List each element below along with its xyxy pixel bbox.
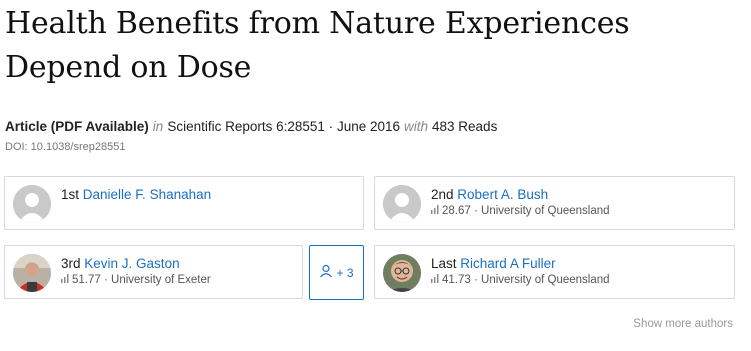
- user-icon: [319, 264, 333, 281]
- author-card-first[interactable]: 1st Danielle F. Shanahan: [4, 176, 364, 230]
- author-affiliation[interactable]: University of Queensland: [481, 205, 609, 217]
- author-name-line: Last Richard A Fuller: [431, 256, 556, 271]
- author-score: 28.67: [442, 205, 471, 218]
- author-name-link[interactable]: Danielle F. Shanahan: [83, 187, 211, 202]
- author-affiliation[interactable]: University of Exeter: [111, 274, 211, 286]
- publication-date: June 2016: [336, 119, 400, 134]
- more-authors-count: + 3: [336, 265, 354, 280]
- journal-link[interactable]: Scientific Reports 6:28551: [167, 119, 325, 134]
- meta-separator: ·: [328, 119, 334, 134]
- article-type: Article (PDF Available): [5, 119, 149, 134]
- author-name-link[interactable]: Robert A. Bush: [457, 187, 548, 202]
- score-bars-icon: [61, 274, 69, 286]
- author-score: 51.77: [72, 274, 101, 287]
- score-bars-icon: [431, 205, 439, 217]
- score-separator: ·: [473, 205, 478, 218]
- author-position: 3rd: [61, 256, 81, 271]
- author-card-second[interactable]: 2nd Robert A. Bush 28.67 · University of…: [374, 176, 735, 230]
- score-bars-icon: [431, 274, 439, 286]
- show-more-authors-link[interactable]: Show more authors: [633, 318, 733, 330]
- photo-avatar[interactable]: [13, 254, 51, 292]
- author-score-line: 28.67 · University of Queensland: [431, 205, 610, 217]
- placeholder-avatar[interactable]: [383, 185, 421, 223]
- in-word: in: [152, 119, 164, 134]
- author-position: 2nd: [431, 187, 454, 202]
- author-name-link[interactable]: Kevin J. Gaston: [84, 256, 179, 271]
- more-authors-button[interactable]: + 3: [309, 245, 364, 300]
- author-score: 41.73: [442, 274, 471, 287]
- author-position: Last: [431, 256, 457, 271]
- author-name-link[interactable]: Richard A Fuller: [460, 256, 555, 271]
- author-position: 1st: [61, 187, 80, 202]
- doi: DOI: 10.1038/srep28551: [5, 141, 126, 153]
- score-separator: ·: [103, 274, 108, 287]
- author-card-third[interactable]: 3rd Kevin J. Gaston 51.77 · University o…: [4, 245, 303, 299]
- author-score-line: 41.73 · University of Queensland: [431, 274, 610, 286]
- article-title: Health Benefits from Nature Experiences …: [5, 6, 630, 85]
- reads-count: 483 Reads: [432, 119, 498, 134]
- author-name-line: 2nd Robert A. Bush: [431, 187, 548, 202]
- author-card-last[interactable]: Last Richard A Fuller 41.73 · University…: [374, 245, 735, 299]
- author-affiliation[interactable]: University of Queensland: [481, 274, 609, 286]
- author-score-line: 51.77 · University of Exeter: [61, 274, 211, 286]
- score-separator: ·: [473, 274, 478, 287]
- author-name-line: 3rd Kevin J. Gaston: [61, 256, 180, 271]
- with-word: with: [404, 119, 429, 134]
- placeholder-avatar[interactable]: [13, 185, 51, 223]
- article-meta: Article (PDF Available) in Scientific Repo…: [5, 119, 497, 134]
- photo-avatar[interactable]: [383, 254, 421, 292]
- author-name-line: 1st Danielle F. Shanahan: [61, 187, 211, 202]
